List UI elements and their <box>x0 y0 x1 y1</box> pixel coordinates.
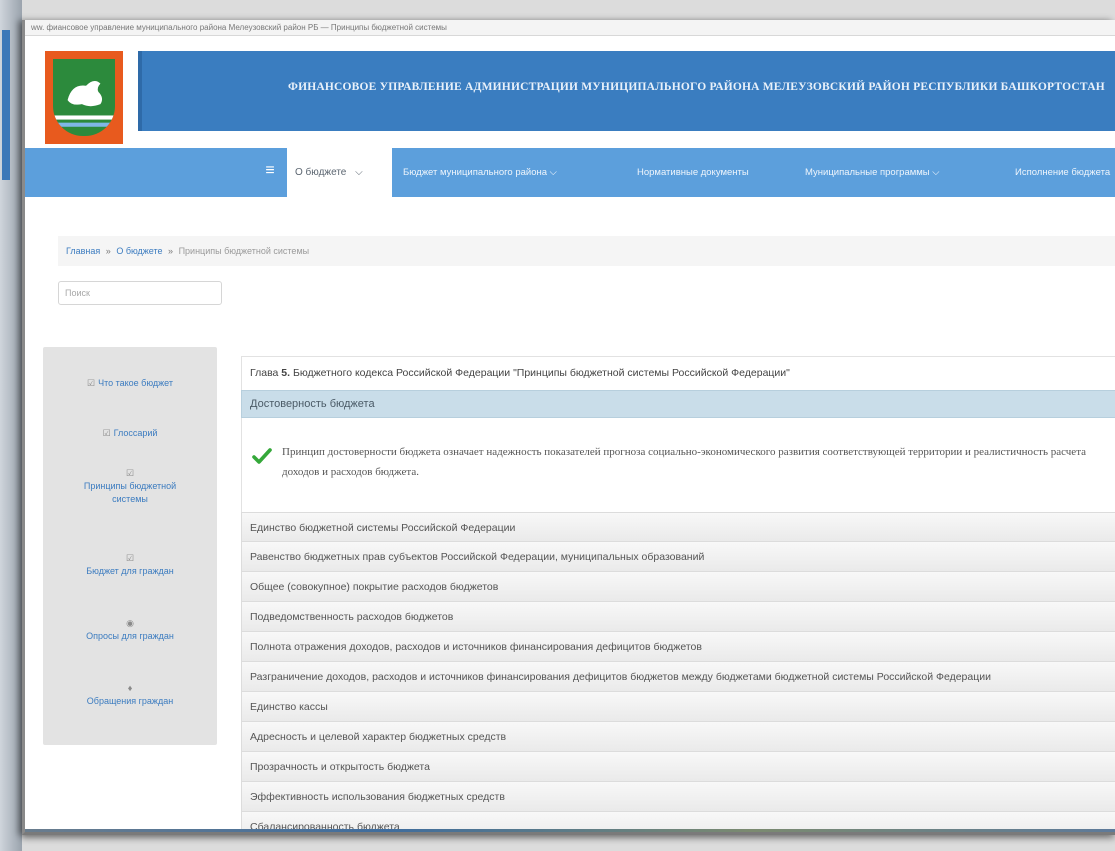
accordion-body: Принцип достоверности бюджета означает н… <box>241 418 1115 512</box>
sidebar-item-surveys[interactable]: ◉ Опросы для граждан <box>43 617 217 643</box>
checkbox-icon: ☑ <box>125 553 135 563</box>
sidebar-item-label: Опросы для граждан <box>86 631 174 641</box>
accordion-header[interactable]: Общее (совокупное) покрытие расходов бюд… <box>241 572 1115 602</box>
appeal-icon: ♦ <box>127 683 133 693</box>
accordion-header[interactable]: Равенство бюджетных прав субъектов Росси… <box>241 542 1115 572</box>
sidebar-item-glossary[interactable]: ☑ Глоссарий <box>43 427 217 440</box>
sidebar-item-label: Глоссарий <box>113 428 158 438</box>
check-icon <box>252 448 272 464</box>
nav-item-about-budget[interactable]: О бюджете ⌵ <box>287 148 392 197</box>
main-navigation: ≡ О бюджете ⌵ Бюджет муниципального райо… <box>25 148 1115 197</box>
accordion-header[interactable]: Прозрачность и открытость бюджета <box>241 752 1115 782</box>
breadcrumb: Главная » О бюджете » Принципы бюджетной… <box>58 236 1115 266</box>
menu-icon[interactable]: ≡ <box>253 148 287 197</box>
background-window-strip <box>2 30 10 180</box>
sidebar-item-label: Бюджет для граждан <box>86 566 174 576</box>
accordion-header[interactable]: Разграничение доходов, расходов и источн… <box>241 662 1115 692</box>
survey-icon: ◉ <box>126 618 134 628</box>
nav-item-normative-documents[interactable]: Нормативные документы <box>637 148 749 197</box>
sidebar-item-what-is-budget[interactable]: ☑ Что такое бюджет <box>43 377 217 390</box>
accordion-header[interactable]: Адресность и целевой характер бюджетных … <box>241 722 1115 752</box>
chapter-text: Бюджетного кодекса Российской Федерации … <box>292 367 790 379</box>
site-title: ФИНАНСОВОЕ УПРАВЛЕНИЕ АДМИНИСТРАЦИИ МУНИ… <box>288 81 1105 93</box>
nav-item-budget-execution[interactable]: Исполнение бюджета <box>1015 148 1110 197</box>
site-logo[interactable] <box>45 51 123 144</box>
sidebar-item-label: Что такое бюджет <box>98 378 173 388</box>
accordion-header[interactable]: Единство кассы <box>241 692 1115 722</box>
chapter-heading: Глава 5. Бюджетного кодекса Российской Ф… <box>241 356 1115 390</box>
breadcrumb-section-link[interactable]: О бюджете <box>116 246 162 256</box>
nav-item-municipal-programs[interactable]: Муниципальные программы ⌵ <box>805 148 939 197</box>
address-bar[interactable]: ww. фиансовое управление муниципального … <box>25 20 1115 36</box>
sidebar-item-label: Обращения граждан <box>86 696 174 706</box>
header-banner: ФИНАНСОВОЕ УПРАВЛЕНИЕ АДМИНИСТРАЦИИ МУНИ… <box>138 51 1115 131</box>
chapter-prefix: Глава <box>250 367 279 379</box>
checkbox-icon: ☑ <box>102 428 111 438</box>
sidebar: ☑ Что такое бюджет ☑ Глоссарий ☑ Принципы … <box>43 347 217 745</box>
breadcrumb-separator: » <box>105 246 111 256</box>
taskbar-strip <box>25 829 1115 832</box>
chevron-down-icon: ⌵ <box>355 167 363 178</box>
nav-item-municipal-budget[interactable]: Бюджет муниципального района ⌵ <box>403 148 557 197</box>
accordion-header[interactable]: Единство бюджетной системы Российской Фе… <box>241 512 1115 542</box>
sidebar-item-budget-principles[interactable]: ☑ Принципы бюджетной системы <box>43 467 217 506</box>
checkbox-icon: ☑ <box>125 468 135 478</box>
search-input[interactable] <box>58 281 222 305</box>
breadcrumb-home-link[interactable]: Главная <box>66 246 100 256</box>
breadcrumb-separator: » <box>168 246 174 256</box>
accordion-header-budget-reliability[interactable]: Достоверность бюджета <box>241 390 1115 418</box>
accordion-header[interactable]: Подведомственность расходов бюджетов <box>241 602 1115 632</box>
accordion-header[interactable]: Эффективность использования бюджетных ср… <box>241 782 1115 812</box>
breadcrumb-current: Принципы бюджетной системы <box>178 246 310 256</box>
nav-item-label: О бюджете <box>295 167 347 178</box>
browser-window: ww. фиансовое управление муниципального … <box>22 20 1115 835</box>
sidebar-item-citizen-appeals[interactable]: ♦ Обращения граждан <box>43 682 217 708</box>
background-window-edge <box>0 0 22 851</box>
coat-of-arms-icon <box>53 59 115 136</box>
accordion-header[interactable]: Полнота отражения доходов, расходов и ис… <box>241 632 1115 662</box>
chapter-number: 5. <box>281 367 291 379</box>
checkbox-icon: ☑ <box>87 378 96 388</box>
accordion-body-text: Принцип достоверности бюджета означает н… <box>282 446 1087 478</box>
sidebar-item-budget-for-citizens[interactable]: ☑ Бюджет для граждан <box>43 552 217 578</box>
accordion-list: Единство бюджетной системы Российской Фе… <box>241 512 1115 832</box>
sidebar-item-label: Принципы бюджетной системы <box>83 481 177 504</box>
